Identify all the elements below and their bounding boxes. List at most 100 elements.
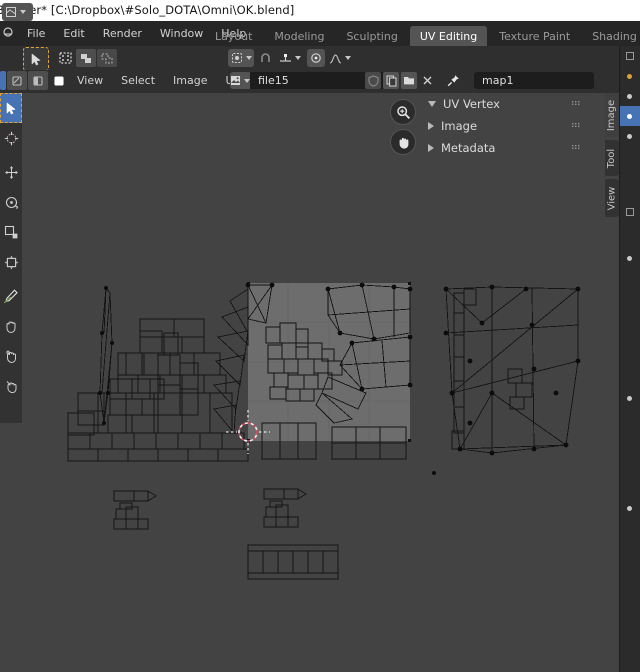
tab-image-label: Image [606,99,618,131]
tab-image[interactable]: Image [605,93,619,137]
panel-metadata-label: Metadata [441,141,496,155]
pan-gizmo[interactable] [390,129,416,155]
open-folder-icon[interactable] [401,72,417,89]
uv-edge-select[interactable] [28,71,48,90]
uv-sticky-icon[interactable] [97,49,117,67]
snap-toggle-button[interactable] [257,49,273,67]
zoom-gizmo[interactable] [390,99,416,125]
relax-tool[interactable] [0,341,22,371]
pinch-tool[interactable] [0,371,22,401]
panel-grip-icon [572,123,580,127]
panel-grip-icon [572,101,580,105]
select-box-icon[interactable] [55,49,75,67]
header-snap-group [228,49,352,67]
snap-target-button[interactable] [228,49,254,67]
outliner-row[interactable] [620,202,640,222]
tab-sculpting[interactable]: Sculpting [336,26,407,48]
outliner-row[interactable] [620,248,640,268]
uv-select-mode-group [0,71,69,90]
hand-grab-icon [6,321,15,333]
outliner-row[interactable] [620,86,640,106]
panel-image[interactable]: Image [420,115,605,137]
pivot-point-button[interactable] [307,49,325,67]
outliner-row[interactable] [620,46,640,66]
menu-view[interactable]: View [68,72,112,89]
workspace-tabs: Layout Modeling Sculpting UV Editing Tex… [205,21,640,48]
transform-tool[interactable] [0,247,22,277]
move-tool[interactable] [0,157,22,187]
menu-render[interactable]: Render [94,24,151,43]
uv-editor-menus: View Select Image UV [68,71,250,90]
magnet-icon [260,52,270,62]
menu-select[interactable]: Select [112,72,164,89]
tab-uv-editing[interactable]: UV Editing [409,26,488,48]
rotate-icon [5,196,18,209]
scale-tool[interactable] [0,217,22,247]
panel-metadata[interactable]: Metadata [420,137,605,159]
uv-map-name-label: map1 [482,74,514,87]
panel-grip-icon [572,145,580,149]
zoom-gizmo-icon [396,105,410,119]
tab-view[interactable]: View [605,179,619,217]
pin-icon[interactable] [445,72,461,89]
menu-file[interactable]: File [18,24,54,43]
outliner-row[interactable] [620,126,640,146]
outliner-sliver[interactable] [619,46,640,672]
cursor-arrow-icon [6,102,15,114]
outliner-row[interactable] [620,388,640,408]
image-datablock-field[interactable]: file15 [230,72,385,89]
cursor-tool[interactable] [0,123,22,153]
tab-tool[interactable]: Tool [605,140,619,176]
falloff-curve-icon [329,53,342,64]
uv-island-select[interactable] [49,71,69,90]
grab-tool[interactable] [0,311,22,341]
panel-uv-vertex[interactable]: UV Vertex [420,93,605,115]
tab-layout[interactable]: Layout [205,26,262,48]
menu-image[interactable]: Image [164,72,216,89]
editor-type-selector[interactable] [2,3,33,21]
uv-map-field[interactable]: map1 [474,72,594,89]
active-tool-button[interactable] [23,47,49,71]
triangle-right-icon [428,122,434,130]
chevron-down-icon [245,56,252,60]
uv-sync-icon[interactable] [76,49,96,67]
tab-shading[interactable]: Shading [582,26,640,48]
outliner-item-icon [627,255,632,261]
outliner-item-icon [627,73,632,79]
outliner-item-icon [627,133,632,139]
uv-editor-canvas[interactable] [22,93,618,672]
new-copy-icon[interactable] [383,72,399,89]
fake-user-shield-icon[interactable] [365,72,381,89]
annotate-tool[interactable] [0,281,22,311]
tweak-tool[interactable] [0,93,22,123]
image-data-icon[interactable] [230,72,250,89]
outliner-row[interactable] [620,66,640,86]
pencil-icon [3,288,18,303]
left-toolbar [0,93,22,423]
blender-window: Blender* [C:\Dropbox\#Solo_DOTA\Omni\OK.… [0,0,640,672]
move-arrows-icon [4,165,18,179]
uv-vertex-select[interactable] [7,71,27,90]
cursor-arrow-icon [31,53,40,65]
select-mode-group [55,49,117,67]
chevron-down-icon [295,56,301,60]
falloff-curve-button[interactable] [328,49,352,67]
pivot-point-icon [311,53,321,63]
menu-window[interactable]: Window [151,24,212,43]
blender-logo-icon[interactable] [0,23,18,44]
menu-edit[interactable]: Edit [54,24,93,43]
scale-icon [4,225,17,238]
tab-texture-paint[interactable]: Texture Paint [489,26,580,48]
chevron-down-icon [345,56,351,60]
outliner-row-selected[interactable] [620,106,640,126]
uv-select-mode-edge-partial[interactable] [0,71,6,90]
pan-gizmo-icon [399,137,408,149]
tab-modeling[interactable]: Modeling [264,26,334,48]
snap-magnet-icon [231,53,242,63]
panel-uv-vertex-label: UV Vertex [443,97,500,111]
outliner-row[interactable] [620,498,640,518]
sidebar-panels: UV Vertex Image Metadata [420,93,605,155]
rotate-tool[interactable] [0,187,22,217]
unlink-x-icon[interactable] [419,72,435,89]
proportional-editing-button[interactable] [276,49,304,67]
